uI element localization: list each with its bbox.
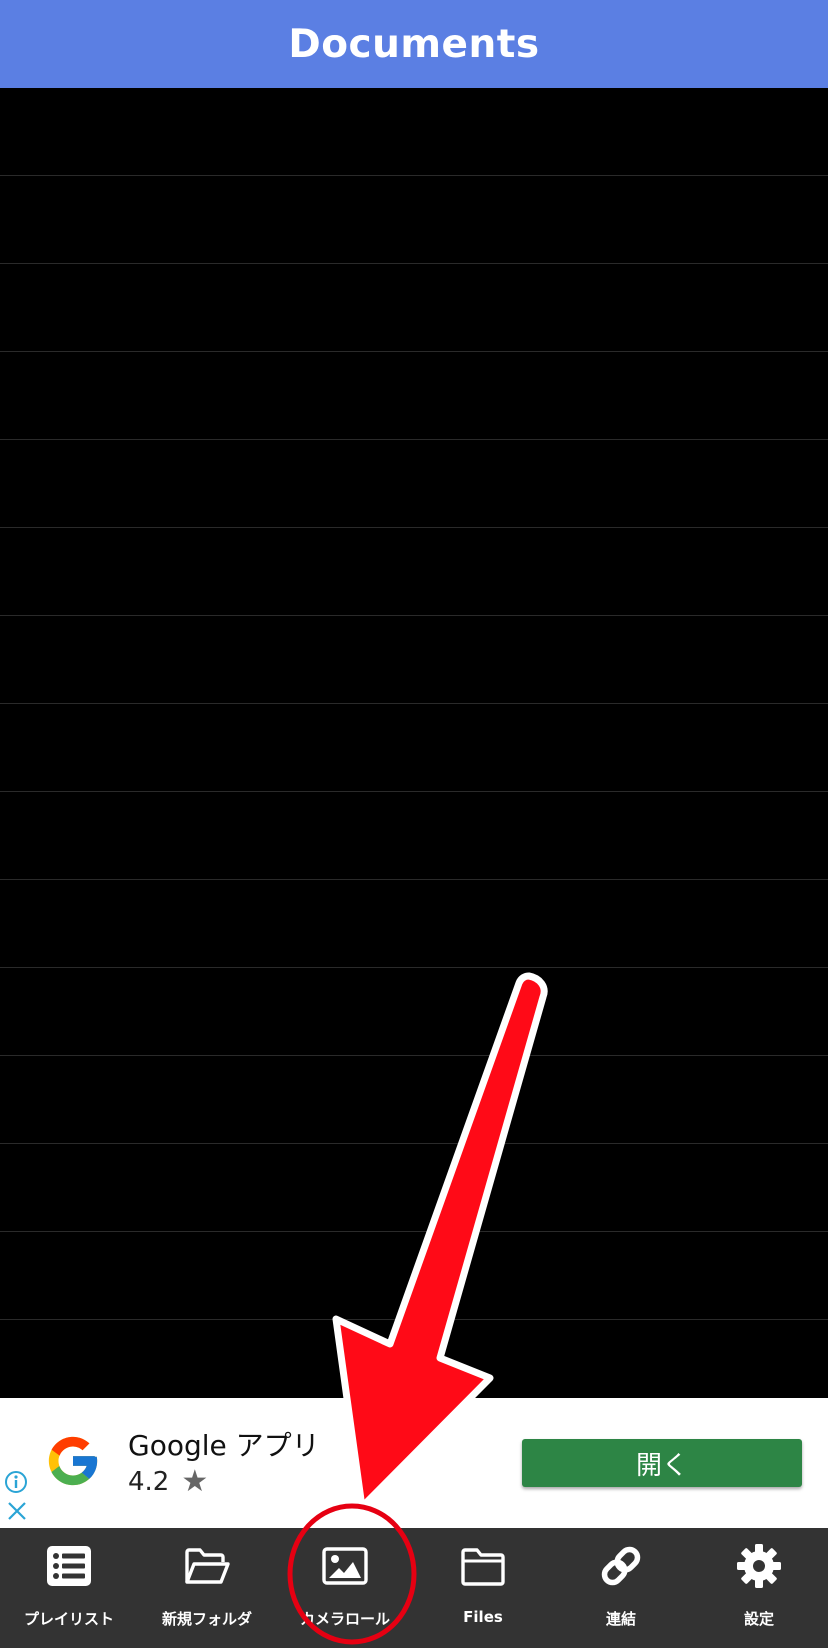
tab-files[interactable]: Files [414,1528,552,1648]
list-item[interactable] [0,352,828,440]
close-icon[interactable] [6,1500,28,1522]
open-button[interactable]: 開く [522,1439,802,1487]
list-item[interactable] [0,616,828,704]
list-item[interactable] [0,1232,828,1320]
tab-link[interactable]: 連結 [552,1528,690,1648]
ad-rating: 4.2 ★ [128,1464,208,1499]
list-item[interactable] [0,440,828,528]
rating-value: 4.2 [128,1466,170,1497]
tab-label: プレイリスト [23,1610,114,1628]
info-icon[interactable] [4,1470,28,1494]
list-item[interactable] [0,264,828,352]
list-item[interactable] [0,792,828,880]
tab-label: カメラロール [299,1610,390,1628]
ad-banner[interactable]: Google アプリ 4.2 ★ 開く [0,1398,828,1528]
navigation-header: Documents [0,0,828,88]
link-icon [601,1546,641,1586]
list-item[interactable] [0,1144,828,1232]
star-icon: ★ [181,1464,209,1499]
list-item[interactable] [0,704,828,792]
list-item[interactable] [0,1320,828,1407]
app-screen: Documents Google アプリ 4.2 ★ 開く プレイリスト 新規フ… [0,0,828,1648]
tab-label: 設定 [743,1610,774,1628]
image-icon [322,1547,368,1585]
list-item[interactable] [0,880,828,968]
tab-settings[interactable]: 設定 [690,1528,828,1648]
gear-icon [737,1544,781,1588]
list-item[interactable] [0,88,828,176]
folder-icon [461,1548,505,1586]
list-item[interactable] [0,528,828,616]
tab-camera-roll[interactable]: カメラロール [276,1528,414,1648]
tab-label: 連結 [605,1610,636,1628]
folder-open-icon [185,1548,230,1584]
tab-label: Files [463,1608,503,1626]
tab-new-folder[interactable]: 新規フォルダ [138,1528,276,1648]
google-g-icon [48,1436,98,1486]
list-item[interactable] [0,1056,828,1144]
list-item[interactable] [0,968,828,1056]
page-title: Documents [288,21,540,67]
ad-app-name: Google アプリ [128,1429,320,1462]
tab-label: 新規フォルダ [161,1610,252,1628]
list-item[interactable] [0,176,828,264]
tab-bar: プレイリスト 新規フォルダ カメラロール Files 連結 設定 [0,1528,828,1648]
document-list[interactable] [0,88,828,1398]
list-icon [47,1546,91,1586]
tab-playlist[interactable]: プレイリスト [0,1528,138,1648]
